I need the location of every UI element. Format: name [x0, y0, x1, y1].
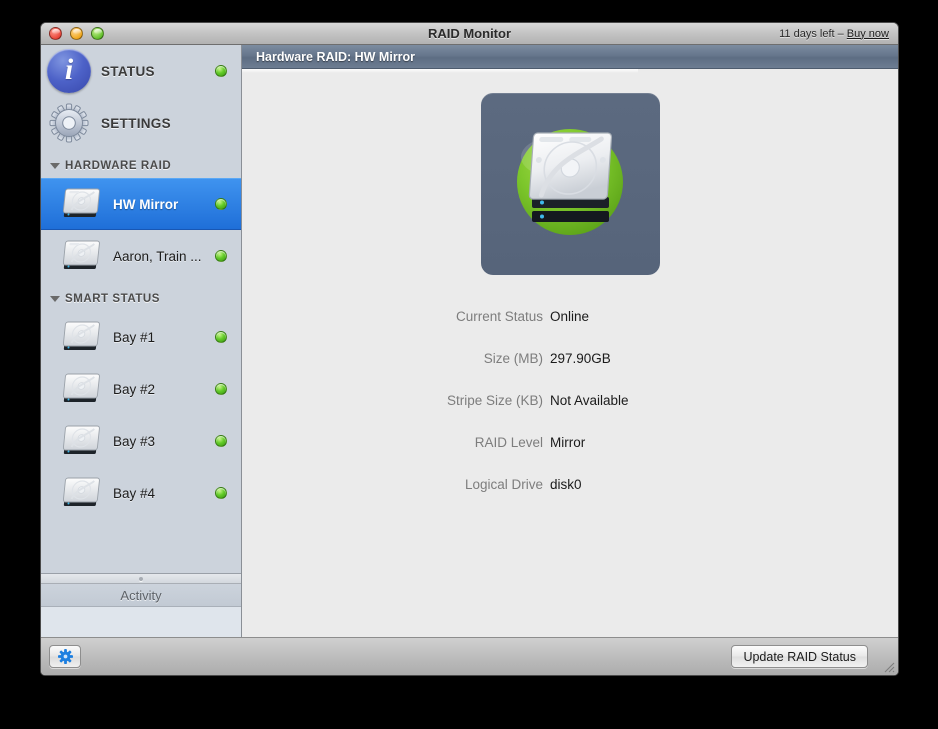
status-led-bay-4 [215, 487, 227, 499]
info-icon: i [47, 49, 91, 93]
detail-label-raid-level: RAID Level [474, 435, 543, 450]
detail-value-current-status: Online [550, 309, 590, 324]
content-header-title: Hardware RAID: HW Mirror [256, 49, 416, 64]
status-led-bay-1 [215, 331, 227, 343]
status-led-hw-mirror [215, 198, 227, 210]
section-header-hardware-raid-label: HARDWARE RAID [65, 160, 172, 172]
content-header: Hardware RAID: HW Mirror [242, 45, 898, 69]
sidebar-item-hw-mirror[interactable]: HW Mirror [41, 178, 241, 230]
sidebar-item-settings-label: SETTINGS [101, 115, 171, 131]
sidebar-item-aaron-train[interactable]: Aaron, Train ... [41, 230, 241, 282]
hard-drive-icon [62, 238, 104, 274]
action-menu-button[interactable] [49, 645, 81, 668]
status-led-status [215, 65, 227, 77]
status-led-bay-3 [215, 435, 227, 447]
gear-icon [47, 101, 91, 145]
sidebar-item-status-label: STATUS [101, 63, 155, 79]
hard-drive-icon [62, 186, 104, 222]
detail-row-size: Size (MB) 297.90GB [242, 351, 898, 393]
sidebar-list[interactable]: i STATUS SETTINGS HARDWARE RAID HW Mirro… [41, 45, 241, 573]
content-area: Hardware RAID: HW Mirror Current Status … [242, 45, 898, 637]
detail-row-stripe-size: Stripe Size (KB) Not Available [242, 393, 898, 435]
sidebar-splitter[interactable] [41, 573, 241, 584]
detail-value-size: 297.90GB [550, 351, 611, 366]
content-header-shadow [242, 69, 638, 73]
window-body: i STATUS SETTINGS HARDWARE RAID HW Mirro… [41, 45, 898, 637]
activity-panel-label: Activity [120, 587, 162, 603]
raid-volume-icon [480, 93, 660, 275]
sidebar-item-bay-4-label: Bay #4 [113, 485, 156, 501]
window-title: RAID Monitor [427, 26, 512, 41]
detail-row-logical-drive: Logical Drive disk0 [242, 477, 898, 519]
status-led-aaron-train [215, 250, 227, 262]
sidebar-item-bay-2[interactable]: Bay #2 [41, 363, 241, 415]
update-raid-status-label: Update RAID Status [743, 649, 856, 664]
hard-drive-icon [62, 475, 104, 511]
status-led-bay-2 [215, 383, 227, 395]
sidebar: i STATUS SETTINGS HARDWARE RAID HW Mirro… [41, 45, 242, 637]
trial-notice: 11 days left – Buy now [779, 28, 889, 40]
detail-label-current-status: Current Status [455, 309, 543, 324]
activity-panel-header: Activity [41, 584, 241, 607]
minimize-button[interactable] [70, 27, 83, 40]
close-button[interactable] [49, 27, 62, 40]
resize-grip-icon[interactable] [881, 659, 895, 673]
section-header-smart-status[interactable]: SMART STATUS [41, 287, 241, 311]
section-header-hardware-raid[interactable]: HARDWARE RAID [41, 154, 241, 178]
section-header-smart-status-label: SMART STATUS [65, 293, 160, 305]
buy-now-link[interactable]: Buy now [847, 28, 889, 40]
sidebar-item-settings[interactable]: SETTINGS [41, 97, 241, 149]
detail-label-stripe-size: Stripe Size (KB) [446, 393, 543, 408]
update-raid-status-button[interactable]: Update RAID Status [731, 645, 868, 668]
activity-panel-body [41, 607, 241, 637]
sidebar-item-bay-4[interactable]: Bay #4 [41, 467, 241, 519]
sidebar-item-bay-1-label: Bay #1 [113, 329, 156, 345]
raid-details-list: Current Status Online Size (MB) 297.90GB… [242, 309, 898, 519]
detail-row-current-status: Current Status Online [242, 309, 898, 351]
disclosure-triangle-icon[interactable] [50, 296, 60, 302]
hard-drive-icon [62, 371, 104, 407]
sidebar-item-hw-mirror-label: HW Mirror [113, 196, 179, 212]
window-titlebar[interactable]: RAID Monitor 11 days left – Buy now [41, 23, 898, 45]
detail-row-raid-level: RAID Level Mirror [242, 435, 898, 477]
raid-monitor-window: RAID Monitor 11 days left – Buy now i ST… [40, 22, 899, 676]
hard-drive-icon [62, 423, 104, 459]
detail-value-logical-drive: disk0 [550, 477, 582, 492]
sidebar-item-bay-2-label: Bay #2 [113, 381, 156, 397]
splitter-handle-icon [139, 576, 143, 581]
detail-label-logical-drive: Logical Drive [464, 477, 543, 492]
sidebar-item-status[interactable]: i STATUS [41, 45, 241, 97]
detail-value-stripe-size: Not Available [550, 393, 629, 408]
sidebar-item-bay-3[interactable]: Bay #3 [41, 415, 241, 467]
sidebar-item-aaron-train-label: Aaron, Train ... [113, 248, 202, 264]
window-controls [49, 27, 104, 40]
sidebar-item-bay-3-label: Bay #3 [113, 433, 156, 449]
gear-action-icon [57, 649, 73, 664]
trial-days-left: 11 days left – [779, 27, 847, 40]
zoom-button[interactable] [91, 27, 104, 40]
sidebar-item-bay-1[interactable]: Bay #1 [41, 311, 241, 363]
disclosure-triangle-icon[interactable] [50, 163, 60, 169]
detail-label-size: Size (MB) [483, 351, 543, 366]
detail-value-raid-level: Mirror [550, 435, 586, 450]
bottom-toolbar: Update RAID Status [41, 637, 898, 675]
hard-drive-icon [62, 319, 104, 355]
